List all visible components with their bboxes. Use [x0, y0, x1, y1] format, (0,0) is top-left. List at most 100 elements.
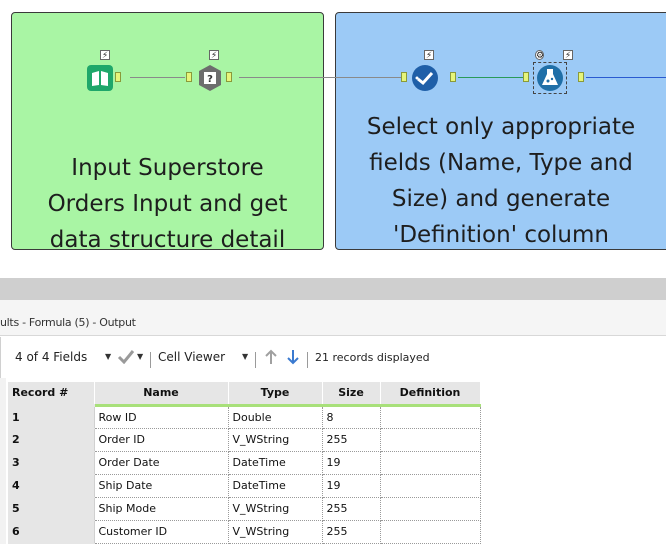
table-row[interactable]: 3 Order Date DateTime 19	[8, 451, 481, 475]
lightning-icon: ⚡	[209, 50, 219, 61]
record-number: 3	[8, 451, 95, 475]
cell-definition[interactable]	[380, 451, 481, 475]
cell-size[interactable]: 255	[322, 497, 381, 521]
connection-wire[interactable]	[239, 77, 405, 78]
cell-type[interactable]: Double	[228, 405, 323, 429]
cell-definition[interactable]	[380, 497, 481, 521]
container-select-caption: Select only appropriate fields (Name, Ty…	[336, 109, 666, 253]
results-header: ults - Formula (5) - Output	[0, 300, 666, 336]
caption-line: Input Superstore	[71, 155, 264, 181]
arrow-down-icon	[287, 350, 299, 365]
record-number: 2	[8, 428, 95, 452]
cell-size[interactable]: 255	[322, 428, 381, 452]
input-anchor[interactable]	[186, 72, 192, 82]
record-number: 4	[8, 474, 95, 498]
results-grid[interactable]: Record # Name Type Size Definition 1 Row…	[8, 382, 481, 544]
table-row[interactable]: 4 Ship Date DateTime 19	[8, 474, 481, 498]
chevron-down-icon[interactable]: ▼	[105, 352, 111, 361]
left-panel-edge	[0, 378, 6, 544]
caption-line: 'Definition' column	[393, 222, 609, 248]
container-input[interactable]: Input Superstore Orders Input and get da…	[11, 12, 324, 253]
caption-line: Orders Input and get	[47, 191, 288, 217]
input-anchor[interactable]	[401, 72, 407, 82]
connection-wire[interactable]	[130, 77, 185, 78]
record-number: 1	[8, 405, 95, 429]
cell-name[interactable]: Ship Mode	[94, 497, 229, 521]
cell-name[interactable]: Ship Date	[94, 474, 229, 498]
container-select[interactable]: Select only appropriate fields (Name, Ty…	[335, 12, 666, 250]
lightning-icon: ⚡	[424, 50, 434, 61]
select-check-icon	[412, 65, 438, 91]
checkmark-icon	[117, 350, 135, 365]
table-row[interactable]: 5 Ship Mode V_WString 255	[8, 497, 481, 521]
results-table: Record # Name Type Size Definition 1 Row…	[8, 382, 481, 544]
cell-definition[interactable]	[380, 428, 481, 452]
formula-flask-icon	[537, 65, 563, 91]
table-row[interactable]: 1 Row ID Double 8	[8, 405, 481, 429]
cell-type[interactable]: V_WString	[228, 428, 323, 452]
toolbar-separator	[150, 352, 151, 368]
arrow-down-icon[interactable]	[285, 348, 301, 369]
cell-size[interactable]: 19	[322, 451, 381, 475]
column-header-size[interactable]: Size	[322, 382, 381, 407]
caption-line: data structure detail	[49, 227, 286, 253]
book-input-icon	[87, 65, 113, 91]
gear-icon: ⚙	[535, 50, 545, 61]
toolbar-separator	[307, 352, 308, 368]
lightning-icon: ⚡	[563, 50, 573, 61]
panel-splitter[interactable]	[0, 278, 666, 300]
results-title: ults - Formula (5) - Output	[0, 316, 136, 329]
cell-type[interactable]: V_WString	[228, 497, 323, 521]
cell-name[interactable]: Order ID	[94, 428, 229, 452]
cell-name[interactable]: Order Date	[94, 451, 229, 475]
table-row[interactable]: 6 Customer ID V_WString 255	[8, 520, 481, 544]
input-anchor[interactable]	[523, 72, 529, 82]
cell-definition[interactable]	[380, 520, 481, 544]
svg-text:?: ?	[207, 74, 213, 85]
connection-wire[interactable]	[586, 77, 666, 78]
column-header-name[interactable]: Name	[94, 382, 229, 407]
column-header-record[interactable]: Record #	[8, 382, 95, 407]
field-info-tool[interactable]: ?	[196, 64, 224, 92]
chevron-down-icon[interactable]: ▼	[242, 352, 248, 361]
results-toolbar: 4 of 4 Fields ▼ ▼ Cell Viewer ▼ 21 recor…	[0, 337, 666, 378]
record-number: 5	[8, 497, 95, 521]
checkmark-icon[interactable]	[117, 348, 135, 367]
toolbar-separator	[255, 352, 256, 368]
table-header-row: Record # Name Type Size Definition	[8, 382, 481, 407]
cell-type[interactable]: DateTime	[228, 451, 323, 475]
select-tool[interactable]	[411, 64, 439, 92]
chevron-down-icon[interactable]: ▼	[137, 352, 143, 361]
caption-line: Select only appropriate	[366, 114, 636, 140]
cell-size[interactable]: 19	[322, 474, 381, 498]
cell-name[interactable]: Row ID	[94, 405, 229, 429]
cell-size[interactable]: 255	[322, 520, 381, 544]
arrow-up-icon[interactable]	[263, 348, 279, 369]
record-number: 6	[8, 520, 95, 544]
app-window: Input Superstore Orders Input and get da…	[0, 0, 666, 544]
output-anchor[interactable]	[115, 72, 121, 82]
table-row[interactable]: 2 Order ID V_WString 255	[8, 428, 481, 452]
caption-line: Size) and generate	[391, 186, 611, 212]
field-info-icon: ?	[199, 65, 221, 91]
column-header-definition[interactable]: Definition	[380, 382, 481, 407]
fields-dropdown[interactable]: 4 of 4 Fields	[15, 350, 87, 364]
cell-definition[interactable]	[380, 405, 481, 429]
cell-viewer-dropdown[interactable]: Cell Viewer	[158, 350, 225, 364]
input-data-tool[interactable]	[86, 64, 114, 92]
cell-type[interactable]: DateTime	[228, 474, 323, 498]
cell-definition[interactable]	[380, 474, 481, 498]
lightning-icon: ⚡	[100, 50, 110, 61]
workflow-canvas[interactable]: Input Superstore Orders Input and get da…	[0, 0, 666, 268]
output-anchor[interactable]	[450, 72, 456, 82]
connection-wire[interactable]	[458, 77, 524, 78]
container-input-caption: Input Superstore Orders Input and get da…	[12, 150, 323, 258]
cell-type[interactable]: V_WString	[228, 520, 323, 544]
output-anchor[interactable]	[226, 72, 232, 82]
cell-name[interactable]: Customer ID	[94, 520, 229, 544]
records-count: 21 records displayed	[315, 351, 430, 364]
formula-tool[interactable]	[533, 62, 567, 94]
column-header-type[interactable]: Type	[228, 382, 323, 407]
output-anchor[interactable]	[578, 72, 584, 82]
cell-size[interactable]: 8	[322, 405, 381, 429]
